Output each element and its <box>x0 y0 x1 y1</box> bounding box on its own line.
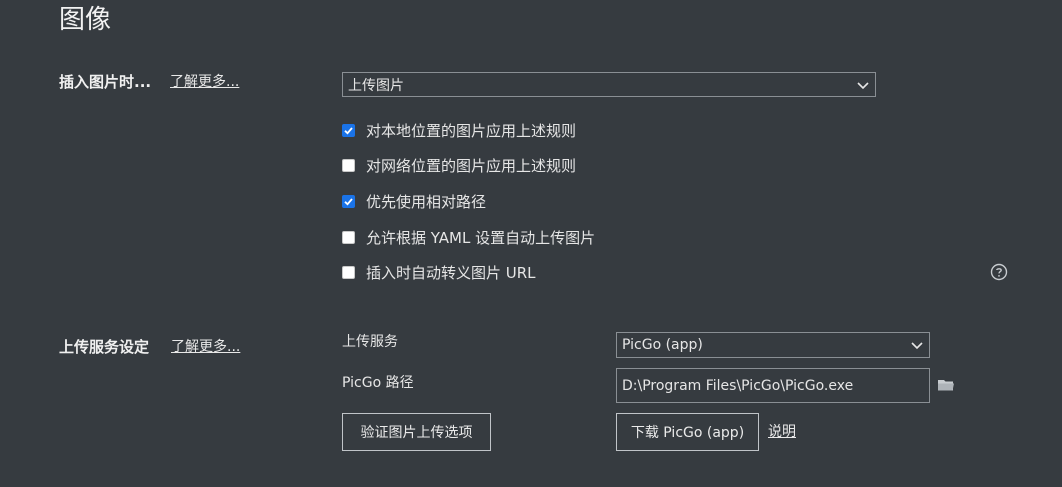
insert-learn-more-link[interactable]: 了解更多... <box>170 72 239 92</box>
option-relative-path[interactable]: 优先使用相对路径 <box>342 191 486 211</box>
checkbox[interactable] <box>342 265 355 279</box>
upload-service-field-label: 上传服务 <box>342 334 398 350</box>
upload-learn-more-link[interactable]: 了解更多... <box>171 337 240 357</box>
chevron-down-icon <box>911 342 923 350</box>
picgo-path-input[interactable]: D:\Program Files\PicGo\PicGo.exe <box>616 368 930 403</box>
folder-icon[interactable] <box>937 378 955 392</box>
option-apply-local[interactable]: 对本地位置的图片应用上述规则 <box>342 120 576 140</box>
instructions-link[interactable]: 说明 <box>768 422 796 442</box>
upload-service-select[interactable]: PicGo (app) <box>616 332 930 358</box>
insert-action-select-value: 上传图片 <box>348 77 404 94</box>
checkbox[interactable] <box>342 158 355 172</box>
chevron-down-icon <box>857 81 869 89</box>
page-title: 图像 <box>59 5 112 35</box>
insert-action-select[interactable]: 上传图片 <box>342 72 876 97</box>
option-label: 允许根据 YAML 设置自动上传图片 <box>366 228 596 247</box>
checkbox[interactable] <box>342 123 355 137</box>
checkbox[interactable] <box>342 230 355 244</box>
option-label: 对本地位置的图片应用上述规则 <box>366 121 577 140</box>
checkbox[interactable] <box>342 194 355 208</box>
upload-service-select-value: PicGo (app) <box>622 337 703 353</box>
upload-service-label: 上传服务设定 <box>59 338 150 356</box>
question-circle-icon[interactable] <box>990 263 1008 281</box>
option-apply-network[interactable]: 对网络位置的图片应用上述规则 <box>342 155 576 175</box>
verify-upload-button[interactable]: 验证图片上传选项 <box>342 413 491 451</box>
option-label: 插入时自动转义图片 URL <box>366 263 536 282</box>
insert-image-label: 插入图片时... <box>59 73 152 91</box>
option-label: 优先使用相对路径 <box>366 192 487 211</box>
option-escape-url[interactable]: 插入时自动转义图片 URL <box>342 262 536 282</box>
option-label: 对网络位置的图片应用上述规则 <box>366 156 577 175</box>
download-picgo-button[interactable]: 下载 PicGo (app) <box>616 413 759 451</box>
picgo-path-field-label: PicGo 路径 <box>342 375 414 391</box>
picgo-path-value: D:\Program Files\PicGo\PicGo.exe <box>622 377 854 394</box>
image-preferences-panel: 图像 插入图片时... 了解更多... 上传图片 对本地位置的图片应用上述规则 … <box>0 0 1062 487</box>
option-yaml-auto-upload[interactable]: 允许根据 YAML 设置自动上传图片 <box>342 227 595 247</box>
